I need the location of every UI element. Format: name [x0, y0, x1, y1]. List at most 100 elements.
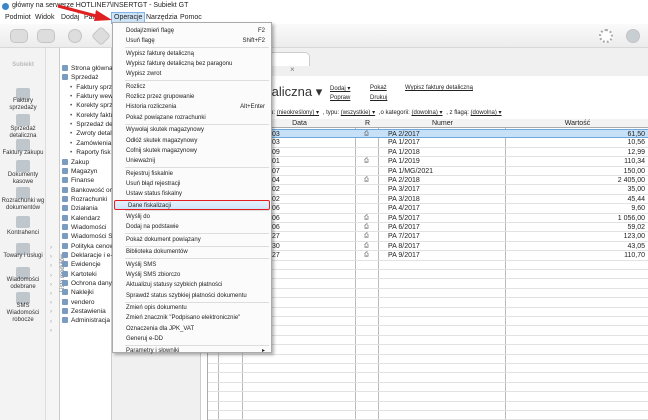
- table-row[interactable]: 09 PA 1/2018 12,99: [208, 148, 648, 158]
- tree-item[interactable]: Korekty sprze: [70, 101, 116, 110]
- menu-item-pokaz-powia-zane-rozrachunki[interactable]: Pokaż powiązane rozrachunki: [113, 113, 271, 123]
- table-row[interactable]: 27 ⎙ PA 7/2017 123,00: [208, 232, 648, 242]
- category-filter[interactable]: (dowolna) ▾: [411, 110, 442, 116]
- menu-item-cofnij-skutek-magazynowy[interactable]: Cofnij skutek magazynowy: [113, 146, 271, 156]
- close-tab-icon[interactable]: ×: [290, 65, 295, 74]
- expand-chevron-icon[interactable]: ›: [50, 263, 52, 269]
- tree-item[interactable]: Polityka cenowa: [62, 242, 118, 251]
- table-row[interactable]: 30 ⎙ PA 8/2017 43,05: [208, 242, 648, 252]
- expand-chevron-icon[interactable]: ›: [50, 300, 52, 306]
- expand-chevron-icon[interactable]: ›: [50, 291, 52, 297]
- header-r[interactable]: R: [356, 119, 379, 128]
- menu-item-wys-lij-sms[interactable]: Wyślij SMS: [113, 260, 271, 270]
- table-row[interactable]: 01 ⎙ PA 1/2019 110,34: [208, 157, 648, 167]
- tree-item[interactable]: Działania: [62, 204, 98, 213]
- menu-item-zmien-znacznik-podpisano-elektronicznie[interactable]: Zmień znacznik "Podpisano elektronicznie…: [113, 313, 271, 323]
- module-list-strip[interactable]: [46, 48, 60, 420]
- header-wartosc[interactable]: Wartość: [506, 119, 648, 128]
- tree-item[interactable]: Ochrona danych: [62, 279, 119, 288]
- tree-item[interactable]: Zestawienia: [62, 307, 106, 316]
- menu-item-usun-b-a-d-rejestracji[interactable]: Usuń błąd rejestracji: [113, 179, 271, 189]
- tree-item[interactable]: Zakup: [62, 158, 89, 167]
- add-link[interactable]: Dodaj ▾: [330, 85, 350, 92]
- tree-item[interactable]: Wiadomości SM: [62, 232, 118, 241]
- sprzeda-detaliczna-icon[interactable]: [16, 114, 30, 126]
- list-title[interactable]: taliczna ▾: [268, 84, 322, 100]
- shortcut-kontrahenci[interactable]: Kontrahenci: [0, 230, 46, 237]
- table-row[interactable]: 06 PA 4/2017 9,60: [208, 204, 648, 214]
- menu-item-historia-rozliczenia[interactable]: Historia rozliczenia Alt+Enter: [113, 102, 271, 112]
- table-row[interactable]: 02 PA 3/2017 35,00: [208, 185, 648, 195]
- expand-chevron-icon[interactable]: ›: [50, 245, 52, 251]
- tree-item[interactable]: Kalendarz: [62, 214, 100, 223]
- table-row[interactable]: 07 PA 1/MG/2021 150,00: [208, 167, 648, 176]
- menu-item-ustaw-status-fiskalny[interactable]: Ustaw status fiskalny: [113, 189, 271, 199]
- table-row[interactable]: 06 ⎙ PA 5/2017 1 056,00: [208, 214, 648, 223]
- table-row[interactable]: 27 ⎙ PA 9/2017 110,70: [208, 251, 648, 261]
- tree-item[interactable]: Administracja: [62, 316, 110, 325]
- shortcut-faktury-sprzeda-y[interactable]: Faktury sprzedaży: [0, 98, 46, 112]
- table-row[interactable]: 03 PA 1/2017 10,56: [208, 138, 648, 148]
- menu-item-zmien-opis-dokumentu[interactable]: Zmień opis dokumentu: [113, 303, 271, 313]
- tree-item[interactable]: Finanse: [62, 176, 94, 185]
- dokumenty-kasowe-icon[interactable]: [16, 160, 30, 172]
- expand-chevron-icon[interactable]: ›: [50, 309, 52, 315]
- menu-item-wywo-aj-skutek-magazynowy[interactable]: Wywołaj skutek magazynowy: [113, 125, 271, 135]
- tree-item[interactable]: Strona główna: [62, 64, 113, 73]
- shortcut-wiadomo-ci-odebrane[interactable]: Wiadomości odebrane: [0, 277, 46, 291]
- expand-chevron-icon[interactable]: ›: [50, 282, 52, 288]
- menu-item-wypisz-fakture-detaliczna[interactable]: Wypisz fakturę detaliczną: [113, 49, 271, 59]
- table-row[interactable]: 03 ⎙ PA 2/2017 61,50: [208, 129, 648, 139]
- print-link[interactable]: Drukuj: [370, 95, 387, 101]
- tree-item[interactable]: Korekty faktu: [70, 111, 114, 120]
- menu-item-wypisz-fakture-detaliczna-bez-paragonu[interactable]: Wypisz fakturę detaliczną bez paragonu: [113, 59, 271, 69]
- shortcut-dokumenty-kasowe[interactable]: Dokumenty kasowe: [0, 172, 46, 186]
- tree-item[interactable]: Sprzedaż det: [70, 120, 114, 129]
- table-row[interactable]: 06 ⎙ PA 6/2017 59,02: [208, 223, 648, 233]
- show-link[interactable]: Pokaż: [370, 85, 387, 91]
- tree-item[interactable]: Wiadomości: [62, 223, 106, 232]
- menu-item-rozlicz-przez-grupowanie[interactable]: Rozlicz przez grupowanie: [113, 92, 271, 102]
- tree-item[interactable]: Kartoteki: [62, 270, 97, 279]
- menu-item-sprawdz-status-szybkiej-p-atnos-ci-dokumentu[interactable]: Sprawdź status szybkiej płatności dokume…: [113, 291, 271, 301]
- menu-item-biblioteka-dokumento-w[interactable]: Biblioteka dokumentów: [113, 247, 271, 257]
- menu-item-uniewaz-nij[interactable]: Unieważnij: [113, 156, 271, 166]
- expand-chevron-icon[interactable]: ›: [50, 273, 52, 279]
- menu-item-pokaz-dokument-powia-zany[interactable]: Pokaż dokument powiązany: [113, 235, 271, 245]
- shortcut-sms-wiadomo-ci-robocze[interactable]: SMS Wiadomości robocze: [0, 303, 46, 324]
- menu-item-dodaj-na-podstawie[interactable]: Dodaj na podstawie: [113, 222, 271, 232]
- tree-item[interactable]: Zamówienia: [70, 139, 111, 148]
- shortcut-sprzeda-detaliczna[interactable]: Sprzedaż detaliczna: [0, 126, 46, 140]
- menu-item-wypisz-zwrot[interactable]: Wypisz zwrot: [113, 69, 271, 79]
- tree-item[interactable]: Magazyn: [62, 167, 97, 176]
- issue-invoice-link[interactable]: Wypisz fakturę detaliczną: [405, 85, 473, 91]
- table-row[interactable]: 02 PA 3/2018 45,44: [208, 195, 648, 205]
- tree-item[interactable]: Rozrachunki: [62, 195, 107, 204]
- tree-item[interactable]: Faktury sprze: [70, 83, 115, 92]
- status-filter[interactable]: (nieokreślony) ▾: [277, 110, 319, 116]
- shortcut-rozrachunki-wg-dokument-w[interactable]: Rozrachunki wg dokumentów: [0, 198, 46, 212]
- tree-item[interactable]: Zwroty detal: [70, 129, 111, 138]
- tree-item[interactable]: Naklejki: [62, 288, 94, 297]
- menu-item-wys-lij-sms-zbiorczo[interactable]: Wyślij SMS zbiorczo: [113, 270, 271, 280]
- menu-item-od-o-z-skutek-magazynowy[interactable]: Odłóż skutek magazynowy: [113, 136, 271, 146]
- flag-filter[interactable]: (dowolna) ▾: [471, 110, 502, 116]
- header-numer[interactable]: Numer: [379, 119, 506, 128]
- tree-item[interactable]: Raporty fisk: [70, 148, 110, 157]
- tree-item[interactable]: Ewidencje: [62, 260, 101, 269]
- edit-link[interactable]: Popraw: [330, 95, 350, 101]
- expand-chevron-icon[interactable]: ›: [50, 328, 52, 334]
- type-filter[interactable]: (wszystkie) ▾: [341, 110, 375, 116]
- tree-item[interactable]: Bankowość on-l: [62, 186, 117, 195]
- tree-item[interactable]: vendero: [62, 298, 95, 307]
- menu-item-parametry-i-s-owniki[interactable]: Parametry i słowniki ▸: [113, 346, 271, 356]
- menu-item-oznaczenia-dla-jpk-vat[interactable]: Oznaczenia dla JPK_VAT: [113, 324, 271, 334]
- kontrahenci-icon[interactable]: [16, 216, 30, 228]
- menu-item-aktualizuj-statusy-szybkich-p-atnos-ci[interactable]: Aktualizuj statusy szybkich płatności: [113, 280, 271, 290]
- menu-item-rozlicz[interactable]: Rozlicz: [113, 82, 271, 92]
- menu-item-rejestruj-fiskalnie[interactable]: Rejestruj fiskalnie: [113, 169, 271, 179]
- menu-item-dane-fiskalizacji[interactable]: Dane fiskalizacji: [114, 199, 270, 210]
- menu-item-wys-lij-do[interactable]: Wyślij do: [113, 212, 271, 222]
- expand-chevron-icon[interactable]: ›: [50, 254, 52, 260]
- shortcut-towary-i-us-ugi[interactable]: Towary i usługi: [0, 253, 46, 260]
